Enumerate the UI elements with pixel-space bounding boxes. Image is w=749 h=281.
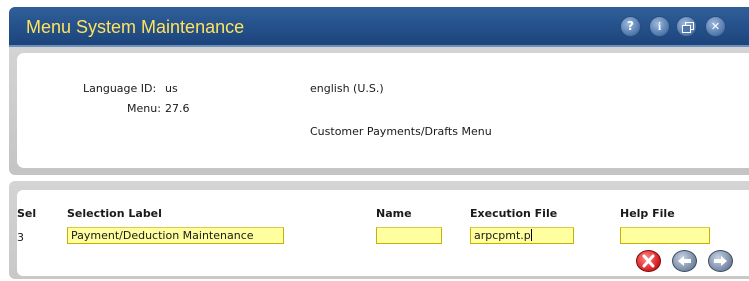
execution-file-field[interactable]: arpcpmt.p — [470, 227, 574, 244]
help-icon: ? — [627, 19, 634, 33]
language-id-value: us — [165, 82, 178, 95]
close-icon: ✕ — [710, 20, 721, 33]
selection-label-value: Payment/Deduction Maintenance — [71, 229, 254, 242]
text-cursor — [530, 229, 532, 241]
menu-label: Menu: — [127, 102, 161, 115]
restore-icon — [682, 22, 694, 33]
column-header-execution-file: Execution File — [470, 207, 558, 220]
window-title: Menu System Maintenance — [26, 17, 245, 37]
forward-button[interactable] — [708, 250, 733, 272]
forward-arrow-icon — [714, 256, 727, 266]
menu-description: Customer Payments/Drafts Menu — [310, 125, 492, 138]
title-bar: Menu System Maintenance ? i ✕ — [9, 7, 749, 47]
cancel-icon — [642, 254, 655, 268]
back-button[interactable] — [672, 250, 697, 272]
column-header-help-file: Help File — [620, 207, 675, 220]
info-button[interactable]: i — [649, 16, 670, 37]
info-icon: i — [657, 19, 662, 33]
menu-value: 27.6 — [165, 102, 190, 115]
restore-button[interactable] — [676, 16, 697, 37]
close-button[interactable]: ✕ — [705, 16, 726, 37]
language-id-label: Language ID: — [83, 82, 157, 95]
language-name: english (U.S.) — [310, 82, 384, 95]
column-header-selection-label: Selection Label — [67, 207, 162, 220]
row-sel-value: 3 — [17, 231, 24, 244]
back-arrow-icon — [678, 256, 691, 266]
help-button[interactable]: ? — [620, 16, 641, 37]
column-header-name: Name — [376, 207, 412, 220]
execution-file-value: arpcpmt.p — [474, 229, 531, 242]
selection-label-field[interactable]: Payment/Deduction Maintenance — [67, 227, 284, 244]
name-field[interactable] — [376, 227, 442, 244]
cancel-button[interactable] — [636, 250, 661, 272]
column-header-sel: Sel — [17, 207, 37, 220]
help-file-field[interactable] — [620, 227, 710, 244]
